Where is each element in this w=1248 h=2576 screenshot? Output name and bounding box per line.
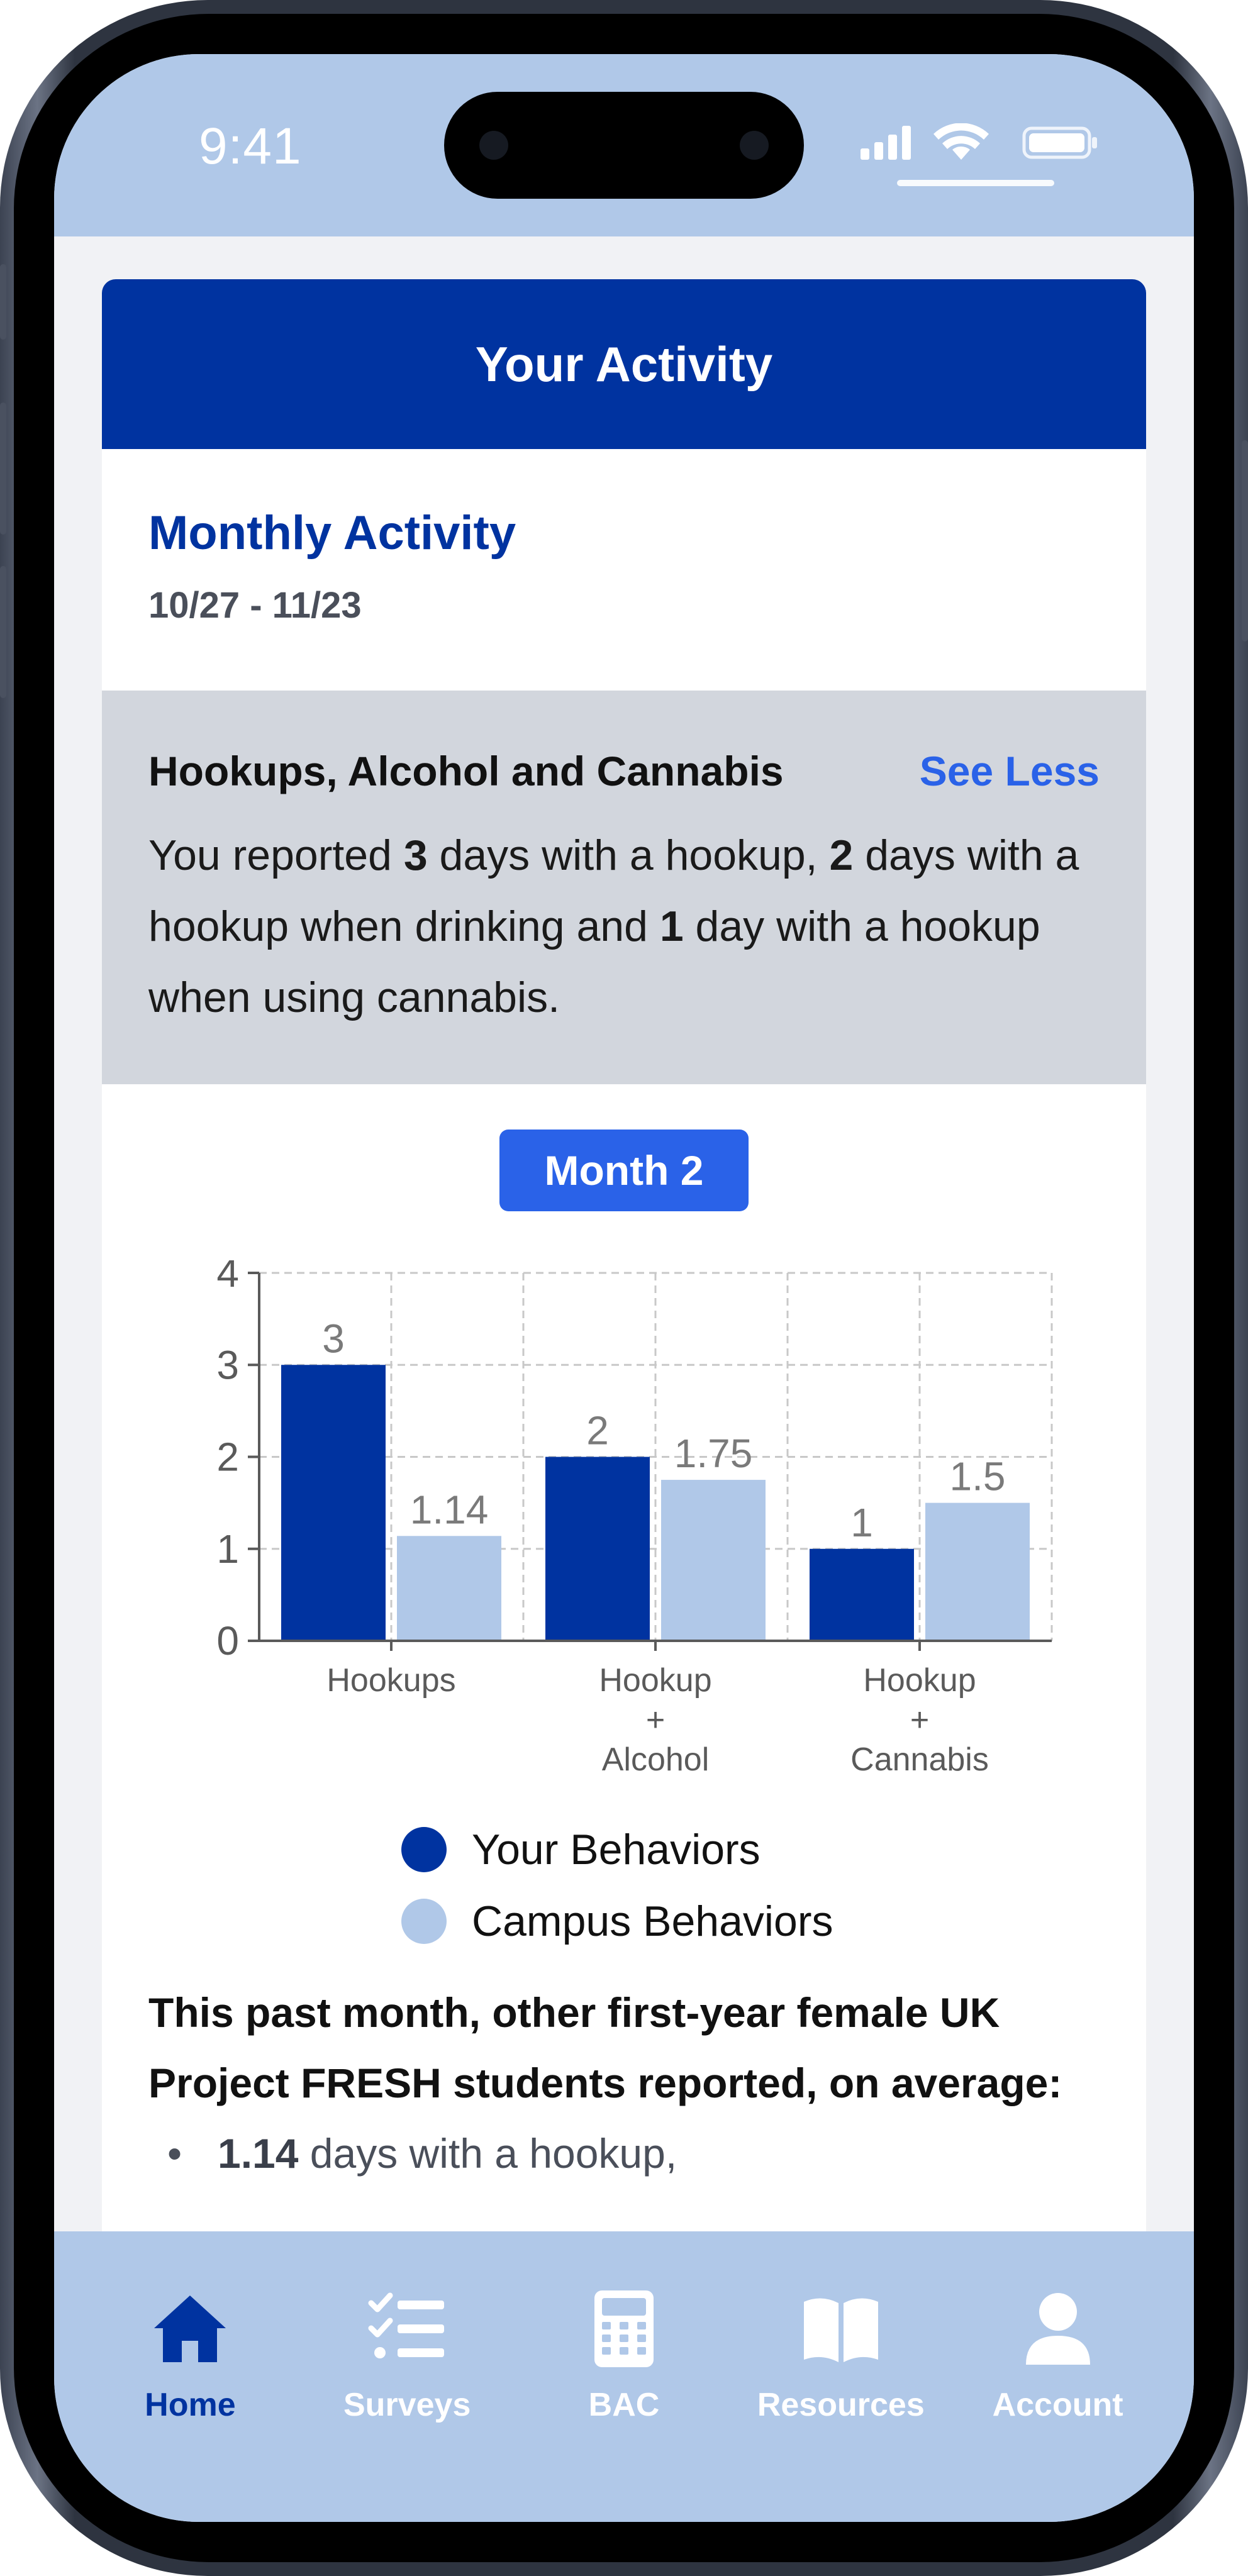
y-tick-label: 4 — [216, 1260, 239, 1296]
hookup-days-count: 3 — [403, 831, 428, 879]
status-indicator — [897, 180, 1054, 186]
battery-icon — [1022, 126, 1097, 159]
date-range: 10/27 - 11/23 — [148, 585, 362, 626]
bar-campus — [661, 1480, 766, 1641]
page-title: Your Activity — [102, 279, 1146, 449]
average-text: days with a hookup, — [298, 2130, 677, 2177]
side-button — [0, 264, 6, 340]
tab-label: Resources — [757, 2387, 925, 2423]
sensor-icon — [740, 131, 769, 160]
book-icon — [803, 2298, 878, 2362]
bar-your — [281, 1365, 386, 1641]
camera-icon — [479, 131, 508, 160]
summary-text: You reported 3 days with a hookup, 2 day… — [148, 820, 1100, 1033]
tab-bac[interactable]: BAC — [516, 2231, 733, 2522]
summary-text-part: days with a hookup, — [427, 831, 830, 879]
y-tick-label: 1 — [216, 1526, 239, 1572]
activity-card: Your Activity Monthly Activity 10/27 - 1… — [102, 279, 1146, 2287]
legend-item-your-behaviors: Your Behaviors — [401, 1814, 833, 1885]
data-label: 1.14 — [410, 1487, 489, 1532]
content-area[interactable]: Your Activity Monthly Activity 10/27 - 1… — [54, 236, 1194, 2287]
list-item: 1.14 days with a hookup, — [148, 2118, 1100, 2189]
data-label: 1.5 — [950, 1454, 1006, 1499]
side-button — [0, 566, 6, 698]
data-label: 1 — [850, 1500, 873, 1545]
bar-campus — [397, 1536, 501, 1641]
tab-account[interactable]: Account — [949, 2231, 1166, 2522]
checklist-icon — [368, 2292, 445, 2358]
bar-your — [810, 1548, 914, 1641]
monthly-activity-section: Monthly Activity 10/27 - 11/23 — [102, 449, 1146, 691]
dynamic-island — [444, 92, 804, 199]
cannabis-days-count: 1 — [659, 902, 684, 950]
tab-label: Account — [992, 2387, 1123, 2423]
calculator-icon — [594, 2290, 654, 2367]
data-label: 1.75 — [674, 1431, 753, 1476]
legend-label: Your Behaviors — [472, 1826, 760, 1874]
signal-icon — [861, 126, 911, 160]
y-tick-label: 3 — [216, 1342, 239, 1387]
status-bar: 9:41 — [54, 54, 1194, 236]
month-selector-button[interactable]: Month 2 — [499, 1130, 749, 1211]
status-time: 9:41 — [199, 118, 302, 175]
side-button — [0, 402, 6, 535]
bar-campus — [925, 1502, 1030, 1641]
averages-list: 1.14 days with a hookup, — [148, 2118, 1100, 2189]
summary-text-part: You reported — [148, 831, 404, 879]
y-tick-label: 2 — [216, 1435, 239, 1480]
drinking-days-count: 2 — [829, 831, 854, 879]
x-tick-label: Cannabis — [850, 1741, 989, 1778]
legend-item-campus-behaviors: Campus Behaviors — [401, 1885, 833, 1957]
tab-bar: Home Surveys BAC Resources Account — [54, 2231, 1194, 2522]
x-tick-label: Hookups — [326, 1662, 455, 1699]
status-icons — [861, 123, 1097, 160]
average-value: 1.14 — [218, 2130, 299, 2177]
summary-panel: Hookups, Alcohol and Cannabis See Less Y… — [102, 691, 1146, 1084]
tab-label: BAC — [588, 2387, 660, 2423]
tab-label: Surveys — [343, 2387, 471, 2423]
averages-section: This past month, other first-year female… — [102, 1977, 1146, 2189]
section-title: Monthly Activity — [148, 506, 516, 560]
wifi-icon — [933, 123, 989, 160]
data-label: 2 — [586, 1408, 609, 1453]
bar-your — [545, 1457, 650, 1641]
data-label: 3 — [322, 1316, 345, 1361]
legend-label: Campus Behaviors — [472, 1897, 833, 1945]
tab-resources[interactable]: Resources — [732, 2231, 949, 2522]
x-tick-label: Alcohol — [602, 1741, 710, 1778]
x-tick-label: Hookup — [599, 1662, 711, 1699]
legend-swatch-icon — [401, 1899, 447, 1944]
x-tick-label: Hookup — [863, 1662, 976, 1699]
see-less-link[interactable]: See Less — [920, 747, 1100, 795]
tab-home[interactable]: Home — [82, 2231, 299, 2522]
phone-frame: 9:41 Your Activity Monthly Activity 10/2… — [0, 0, 1248, 2576]
x-tick-label: + — [646, 1702, 665, 1738]
bar-chart: 3211.141.751.501234Hookups Hookup+Alcohol… — [216, 1260, 1053, 1778]
user-icon — [1025, 2293, 1090, 2365]
side-button — [1242, 440, 1248, 641]
tab-surveys[interactable]: Surveys — [299, 2231, 516, 2522]
tab-label: Home — [145, 2387, 236, 2423]
chart-area: Month 2 3 2 1 1.14 1.75 1.5 0 1 2 3 4 Hookups Hookup… — [102, 1084, 1146, 1977]
x-tick-label: + — [910, 1702, 929, 1738]
screen: 9:41 Your Activity Monthly Activity 10/2… — [54, 54, 1194, 2522]
averages-heading: This past month, other first-year female… — [148, 1989, 1062, 2106]
home-icon — [154, 2296, 226, 2362]
chart-legend: Your Behaviors Campus Behaviors — [401, 1814, 833, 1957]
summary-heading: Hookups, Alcohol and Cannabis — [148, 748, 784, 794]
legend-swatch-icon — [401, 1827, 447, 1872]
y-tick-label: 0 — [216, 1618, 239, 1663]
